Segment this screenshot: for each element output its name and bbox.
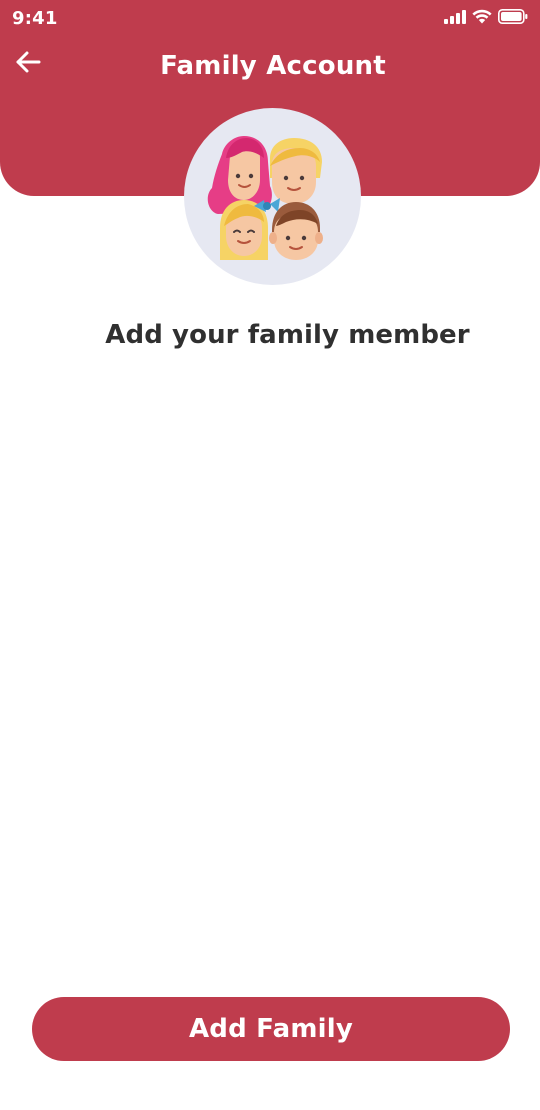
- status-time: 9:41: [12, 8, 58, 29]
- add-family-button[interactable]: Add Family: [32, 997, 510, 1061]
- status-icons: [444, 9, 528, 28]
- status-bar: 9:41: [0, 0, 540, 38]
- wifi-icon: [472, 9, 492, 28]
- family-avatar: [184, 108, 361, 285]
- page-title: Family Account: [160, 51, 386, 81]
- signal-icon: [444, 9, 466, 28]
- battery-icon: [498, 9, 528, 28]
- family-group-illustration: [207, 136, 323, 260]
- add-family-member-heading: Add your family member: [105, 320, 470, 350]
